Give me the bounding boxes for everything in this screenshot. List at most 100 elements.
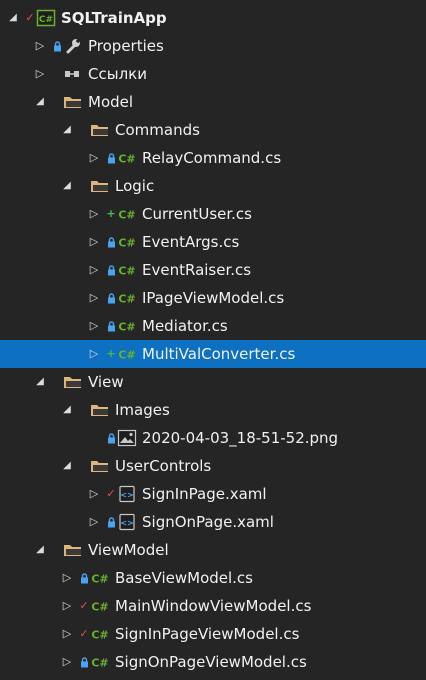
expand-chevron-icon[interactable]: ▷ bbox=[87, 200, 101, 228]
tree-node-label: CurrentUser.cs bbox=[142, 205, 252, 223]
tree-node-label: Commands bbox=[115, 121, 200, 139]
svg-text:C#: C# bbox=[91, 657, 108, 670]
tree-node-currentuser-cs[interactable]: ▷ + C# CurrentUser.cs bbox=[0, 200, 426, 228]
collapse-chevron-icon[interactable]: ◢ bbox=[33, 368, 47, 396]
svg-text:C#: C# bbox=[118, 321, 135, 334]
tree-node-signonpage-xaml[interactable]: ▷ <> SignOnPage.xaml bbox=[0, 508, 426, 536]
lock-status-icon bbox=[106, 424, 116, 452]
svg-text:C#: C# bbox=[118, 237, 135, 250]
checked-out-status-icon: ✓ bbox=[79, 627, 89, 640]
expand-chevron-icon[interactable]: ▷ bbox=[60, 648, 74, 676]
csharp-file-icon: C# bbox=[116, 144, 138, 172]
folder-open-icon bbox=[89, 396, 111, 424]
folder-open-icon bbox=[89, 172, 111, 200]
svg-text:C#: C# bbox=[91, 573, 108, 586]
lock-status-icon bbox=[106, 144, 116, 172]
svg-text:<>: <> bbox=[120, 519, 133, 528]
wrench-icon bbox=[62, 32, 84, 60]
tree-node-label: SignOnPageViewModel.cs bbox=[115, 653, 307, 671]
tree-node-baseviewmodel-cs[interactable]: ▷ C# BaseViewModel.cs bbox=[0, 564, 426, 592]
added-status-icon: + bbox=[106, 347, 116, 360]
tree-node-label: BaseViewModel.cs bbox=[115, 569, 253, 587]
csharp-file-icon: C# bbox=[116, 200, 138, 228]
expand-chevron-icon[interactable]: ▷ bbox=[87, 144, 101, 172]
expand-chevron-icon[interactable]: ▷ bbox=[87, 284, 101, 312]
expand-chevron-icon[interactable]: ▷ bbox=[87, 340, 101, 368]
collapse-chevron-icon[interactable]: ◢ bbox=[60, 452, 74, 480]
collapse-chevron-icon[interactable]: ◢ bbox=[60, 116, 74, 144]
csharp-file-icon: C# bbox=[116, 256, 138, 284]
svg-text:C#: C# bbox=[91, 601, 108, 614]
tree-node-label: ViewModel bbox=[88, 541, 169, 559]
tree-node-label: Images bbox=[115, 401, 170, 419]
lock-status-icon bbox=[52, 32, 62, 60]
tree-node-signonpageviewmodel-cs[interactable]: ▷ C# SignOnPageViewModel.cs bbox=[0, 648, 426, 676]
checked-out-status-icon: ✓ bbox=[106, 487, 116, 500]
checked-out-status-icon: ✓ bbox=[25, 11, 35, 24]
csharp-file-icon: C# bbox=[89, 592, 111, 620]
svg-text:C#: C# bbox=[118, 153, 135, 166]
expand-chevron-icon[interactable]: ▷ bbox=[60, 564, 74, 592]
tree-node-multivalconverter-cs[interactable]: ▷ + C# MultiValConverter.cs bbox=[0, 340, 426, 368]
collapse-chevron-icon[interactable]: ◢ bbox=[33, 88, 47, 116]
folder-open-icon bbox=[89, 452, 111, 480]
collapse-chevron-icon[interactable]: ◢ bbox=[33, 536, 47, 564]
csharp-file-icon: C# bbox=[116, 284, 138, 312]
tree-node-label: 2020-04-03_18-51-52.png bbox=[142, 429, 339, 447]
expand-chevron-icon[interactable]: ▷ bbox=[87, 228, 101, 256]
tree-node-signinpageviewmodel-cs[interactable]: ▷ ✓ C# SignInPageViewModel.cs bbox=[0, 620, 426, 648]
lock-status-icon bbox=[79, 564, 89, 592]
expand-chevron-icon[interactable]: ▷ bbox=[60, 592, 74, 620]
tree-node-mediator-cs[interactable]: ▷ C# Mediator.cs bbox=[0, 312, 426, 340]
tree-node-viewmodel[interactable]: ◢ ViewModel bbox=[0, 536, 426, 564]
tree-node-sqltrainapp[interactable]: ◢ ✓ C# SQLTrainApp bbox=[0, 4, 426, 32]
lock-status-icon bbox=[106, 508, 116, 536]
tree-node-mainwindowviewmodel-cs[interactable]: ▷ ✓ C# MainWindowViewModel.cs bbox=[0, 592, 426, 620]
solution-explorer-tree: ◢ ✓ C# SQLTrainApp ▷ Properties ▷ Ссылки ◢ Model ◢… bbox=[0, 4, 426, 676]
expand-chevron-icon[interactable]: ▷ bbox=[33, 60, 47, 88]
tree-node-eventraiser-cs[interactable]: ▷ C# EventRaiser.cs bbox=[0, 256, 426, 284]
lock-status-icon bbox=[79, 648, 89, 676]
expand-chevron-icon[interactable]: ▷ bbox=[60, 620, 74, 648]
tree-node-label: View bbox=[88, 373, 124, 391]
expand-chevron-icon[interactable]: ▷ bbox=[33, 32, 47, 60]
tree-node-label: RelayCommand.cs bbox=[142, 149, 282, 167]
tree-node-model[interactable]: ◢ Model bbox=[0, 88, 426, 116]
tree-node-label: MultiValConverter.cs bbox=[142, 345, 296, 363]
tree-node-label: SQLTrainApp bbox=[61, 9, 167, 27]
tree-node-ссылки[interactable]: ▷ Ссылки bbox=[0, 60, 426, 88]
folder-open-icon bbox=[62, 368, 84, 396]
tree-node-relaycommand-cs[interactable]: ▷ C# RelayCommand.cs bbox=[0, 144, 426, 172]
tree-node-view[interactable]: ◢ View bbox=[0, 368, 426, 396]
csharp-file-icon: C# bbox=[89, 648, 111, 676]
xaml-file-icon: <> bbox=[116, 480, 138, 508]
svg-text:C#: C# bbox=[118, 265, 135, 278]
xaml-file-icon: <> bbox=[116, 508, 138, 536]
collapse-chevron-icon[interactable]: ◢ bbox=[60, 172, 74, 200]
tree-node-ipageviewmodel-cs[interactable]: ▷ C# IPageViewModel.cs bbox=[0, 284, 426, 312]
tree-node-label: SignInPage.xaml bbox=[142, 485, 267, 503]
tree-node-eventargs-cs[interactable]: ▷ C# EventArgs.cs bbox=[0, 228, 426, 256]
svg-text:<>: <> bbox=[120, 491, 133, 500]
collapse-chevron-icon[interactable]: ◢ bbox=[60, 396, 74, 424]
checked-out-status-icon: ✓ bbox=[79, 599, 89, 612]
expand-chevron-icon[interactable]: ▷ bbox=[87, 312, 101, 340]
tree-node-properties[interactable]: ▷ Properties bbox=[0, 32, 426, 60]
csharp-file-icon: C# bbox=[116, 228, 138, 256]
tree-node-2020-04-03-18-51-52-png[interactable]: 2020-04-03_18-51-52.png bbox=[0, 424, 426, 452]
tree-node-signinpage-xaml[interactable]: ▷ ✓ <> SignInPage.xaml bbox=[0, 480, 426, 508]
expand-chevron-icon[interactable]: ▷ bbox=[87, 480, 101, 508]
tree-node-commands[interactable]: ◢ Commands bbox=[0, 116, 426, 144]
tree-node-label: MainWindowViewModel.cs bbox=[115, 597, 312, 615]
lock-status-icon bbox=[106, 228, 116, 256]
tree-node-label: Ссылки bbox=[88, 65, 147, 83]
tree-node-logic[interactable]: ◢ Logic bbox=[0, 172, 426, 200]
expand-chevron-icon[interactable]: ▷ bbox=[87, 508, 101, 536]
collapse-chevron-icon[interactable]: ◢ bbox=[6, 4, 20, 32]
tree-node-usercontrols[interactable]: ◢ UserControls bbox=[0, 452, 426, 480]
tree-node-label: UserControls bbox=[115, 457, 212, 475]
added-status-icon: + bbox=[106, 207, 116, 220]
csharp-project-icon: C# bbox=[35, 4, 57, 32]
expand-chevron-icon[interactable]: ▷ bbox=[87, 256, 101, 284]
tree-node-images[interactable]: ◢ Images bbox=[0, 396, 426, 424]
